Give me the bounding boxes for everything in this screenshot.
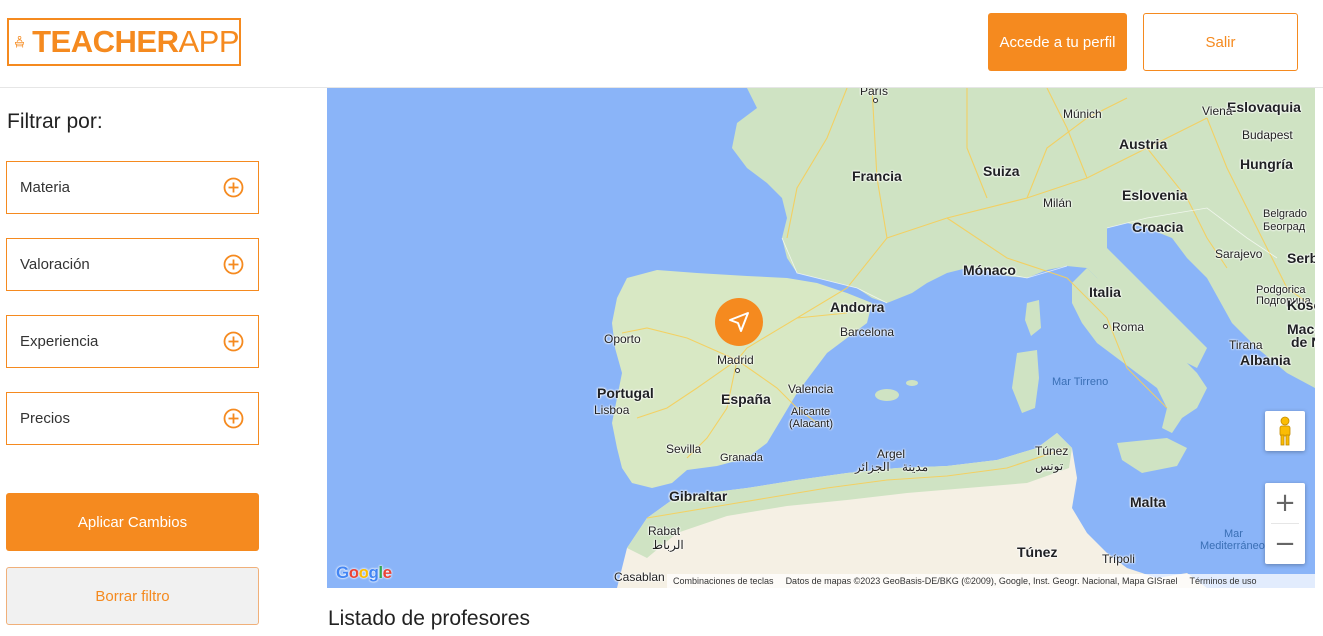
map-label-city: Túnez <box>1017 544 1058 560</box>
filter-materia[interactable]: Materia <box>6 161 259 214</box>
plus-circle-icon <box>223 331 244 352</box>
map-label-city: París <box>860 88 889 98</box>
map-label-city: Sevilla <box>666 442 702 456</box>
terms-of-use-link[interactable]: Términos de uso <box>1190 576 1257 586</box>
pegman-icon <box>1279 416 1291 446</box>
map-label-country: Francia <box>852 168 902 184</box>
map-label-city: Rabat <box>648 524 681 538</box>
map-label-country: Eslovaquia <box>1227 99 1301 115</box>
plus-circle-icon <box>223 177 244 198</box>
map-label-city: Madrid <box>717 353 754 367</box>
map-label-city: Múnich <box>1063 107 1102 121</box>
map-label-city: Tirana <box>1229 338 1263 352</box>
map-label-city-extra: مدينة <box>902 460 929 474</box>
map-label-city: Alicante <box>791 406 831 418</box>
plus-circle-icon <box>223 408 244 429</box>
filter-title: Filtrar por: <box>7 110 103 133</box>
map-label-city: Casablan <box>614 570 665 584</box>
map-label-country: Italia <box>1089 284 1121 300</box>
map-label-city: (Alacant) <box>789 418 834 430</box>
filter-label: Experiencia <box>20 333 99 350</box>
map-label-country: Gibraltar <box>669 488 728 504</box>
map-label-country: España <box>721 391 771 407</box>
map-label-country: Austria <box>1119 136 1168 152</box>
map-label-city: الجزائر <box>855 460 890 474</box>
map-label-city: Valencia <box>788 382 834 396</box>
map-label-water: Mar Tirreno <box>1052 376 1109 388</box>
logo-text-bold: TEACHER <box>32 24 179 59</box>
zoom-controls: + − <box>1265 483 1305 564</box>
map-label-country: Andorra <box>830 299 885 315</box>
zoom-in-button[interactable]: + <box>1265 483 1305 523</box>
map-label-country: Suiza <box>983 163 1020 179</box>
map-label-country: Malta <box>1130 494 1166 510</box>
app-header: TEACHERAPP Accede a tu perfil Salir <box>0 0 1323 88</box>
filter-label: Precios <box>20 410 71 427</box>
map-label-water: Mar <box>1224 528 1243 540</box>
map-label-city: Viena <box>1202 104 1233 118</box>
plus-circle-icon <box>223 254 244 275</box>
profile-button[interactable]: Accede a tu perfil <box>988 13 1127 71</box>
city-dot <box>735 368 740 373</box>
map-label-city: Roma <box>1112 320 1145 334</box>
map-label-city: Belgrado <box>1263 208 1308 220</box>
keyboard-shortcuts-link[interactable]: Combinaciones de teclas <box>673 576 774 586</box>
map-label-city: de N <box>1291 334 1315 350</box>
city-dot <box>873 98 878 103</box>
logout-button[interactable]: Salir <box>1143 13 1298 71</box>
map-label-water: Mediterráneo <box>1200 540 1265 552</box>
map-label-city: Sarajevo <box>1215 247 1263 261</box>
map-label-country: Serbia <box>1287 250 1315 266</box>
map-label-city: Granada <box>720 452 763 464</box>
navigation-arrow-icon <box>729 312 749 332</box>
map-label-country: Mónaco <box>963 262 1016 278</box>
apply-changes-button[interactable]: Aplicar Cambios <box>6 493 259 551</box>
google-logo[interactable]: Google <box>336 563 392 583</box>
map-label-city: Београд <box>1263 221 1306 233</box>
teacherapp-logo[interactable]: TEACHERAPP <box>7 18 241 66</box>
logo-text-light: APP <box>178 24 239 59</box>
map-label-city: Barcelona <box>840 325 895 339</box>
map-data-credit[interactable]: Datos de mapas ©2023 GeoBasis-DE/BKG (©2… <box>786 576 1178 586</box>
map-label-city: Oporto <box>604 332 641 346</box>
filter-label: Materia <box>20 179 71 196</box>
map-label-city: Argel <box>877 447 906 461</box>
locate-me-button[interactable] <box>715 298 763 346</box>
teacher-list-title: Listado de profesores <box>328 607 530 630</box>
teacher-desk-icon <box>15 36 25 48</box>
street-view-pegman[interactable] <box>1265 411 1305 451</box>
filter-precios[interactable]: Precios <box>6 392 259 445</box>
city-dot <box>1103 324 1108 329</box>
map-label-city: Budapest <box>1242 128 1293 142</box>
filter-experiencia[interactable]: Experiencia <box>6 315 259 368</box>
logo-text: TEACHERAPP <box>32 24 239 60</box>
clear-filter-button[interactable]: Borrar filtro <box>6 567 259 625</box>
map-view[interactable]: Francia Suiza Austria Eslovaquia Hungría… <box>327 88 1315 588</box>
map-label-country: Portugal <box>597 385 654 401</box>
map-attribution-bar: Combinaciones de teclas Datos de mapas ©… <box>667 574 1315 588</box>
map-label-country: Hungría <box>1240 156 1293 172</box>
map-label-country: Croacia <box>1132 219 1184 235</box>
map-label-city: Lisboa <box>594 403 630 417</box>
map-label-city: Trípoli <box>1102 552 1135 566</box>
map-label-city: تونس <box>1035 459 1064 473</box>
map-label-city: الرباط <box>652 538 684 552</box>
map-label-country: Eslovenia <box>1122 187 1188 203</box>
zoom-out-button[interactable]: − <box>1265 524 1305 564</box>
filter-valoracion[interactable]: Valoración <box>6 238 259 291</box>
map-label-city: Túnez <box>1035 444 1069 458</box>
map-label-country: Albania <box>1240 352 1291 368</box>
filter-label: Valoración <box>20 256 90 273</box>
map-label-city: Milán <box>1043 196 1072 210</box>
map-base <box>327 88 1315 588</box>
map-label-city: Kosov <box>1287 297 1315 313</box>
